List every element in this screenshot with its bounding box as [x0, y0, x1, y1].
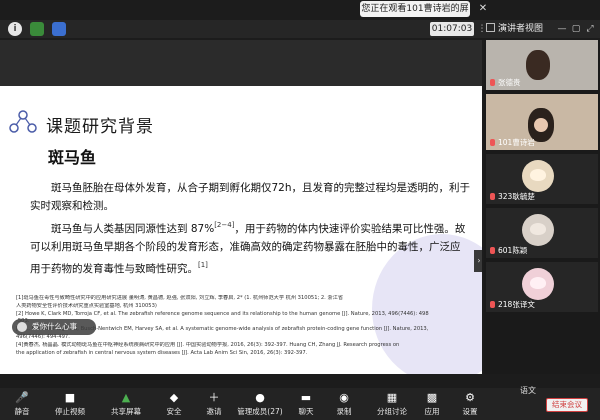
- status-pill: 爱你什么心事: [12, 319, 96, 335]
- top-banner: 您正在观看101曹诗岩的屏幕 ✕: [0, 0, 600, 30]
- slide-section-heading: 斑马鱼: [48, 148, 97, 167]
- mic-muted-icon: [490, 193, 495, 200]
- collapse-panel-button[interactable]: ›: [474, 250, 482, 272]
- reference-line: 人类药物安全性评价技术研究重点实验室基地, 杭州 310053): [16, 302, 157, 309]
- meeting-timer: 01:07:03: [430, 22, 474, 36]
- share-screen-button[interactable]: ▲ 共享屏幕: [108, 390, 144, 418]
- video-feed: [526, 50, 550, 80]
- participant-tile[interactable]: 323耿毓楚: [486, 154, 598, 204]
- minimize-icon[interactable]: —: [556, 22, 568, 36]
- chat-button[interactable]: ▬ 聊天: [288, 390, 324, 418]
- stop-video-button[interactable]: ■ 停止视频: [52, 390, 88, 418]
- add-user-icon: ＋: [208, 391, 220, 404]
- avatar: [522, 214, 554, 246]
- view-mode-label: 演讲者视图: [498, 24, 544, 34]
- slide-paragraph-2: 斑马鱼与人类基因同源性达到 87%[2−4]，用于药物的体内快速评价实验结果可比…: [30, 221, 466, 275]
- apps-icon: ▩: [426, 391, 438, 404]
- shared-screen: 课题研究背景 斑马鱼 斑马鱼胚胎在母体外发育，从合子期到孵化期仅72h，且发育的…: [0, 40, 482, 374]
- reference-line: 496(7446): 494-497.: [16, 333, 70, 340]
- wechat-watermark: 语文: [520, 386, 536, 395]
- participant-name: 601陈颖: [498, 246, 528, 255]
- view-mode-button[interactable]: 演讲者视图 ⌄: [486, 22, 552, 48]
- meeting-window: 您正在观看101曹诗岩的屏幕 ✕ i 01:07:03 ⋮ 演讲者视图 ⌄ — …: [0, 0, 600, 420]
- avatar: [522, 160, 554, 192]
- screen-share-notice: 您正在观看101曹诗岩的屏幕: [360, 1, 470, 30]
- meeting-toolbar: i 01:07:03 ⋮ 演讲者视图 ⌄ — ▢ ⤢: [0, 20, 600, 48]
- bottom-toolbar: 🎤 静音 ■ 停止视频 ▲ 共享屏幕 ◆ 安全 ＋邀请 ● 管理成员(27) ▬ 聊天 ◉ 录…: [0, 388, 600, 420]
- slide-paragraph-1: 斑马鱼胚胎在母体外发育，从合子期到孵化期仅72h，且发育的完整过程均是透明的，利…: [30, 182, 471, 212]
- grid-icon: [486, 23, 495, 32]
- microphone-icon: 🎤: [15, 391, 29, 404]
- camera-icon: ■: [64, 391, 76, 404]
- user-icon: [17, 322, 27, 332]
- share-screen-icon: ▲: [121, 391, 131, 404]
- participant-panel: 张德贵 101曹诗岩 323耿毓楚 601陈颖 218张译文: [484, 40, 600, 374]
- breakout-rooms-button[interactable]: ▦ 分组讨论: [370, 390, 414, 418]
- reference-line: the application of zebrafish in central …: [16, 349, 308, 356]
- signal-icon[interactable]: [52, 22, 66, 36]
- apps-button[interactable]: ▩ 应用: [414, 390, 450, 418]
- fullscreen-icon[interactable]: ⤢: [584, 22, 596, 36]
- invite-button[interactable]: ＋邀请: [196, 390, 232, 418]
- settings-button[interactable]: ⚙ 设置: [452, 390, 488, 418]
- participants-icon: ●: [255, 391, 265, 404]
- chat-icon: ▬: [300, 391, 312, 404]
- participant-name: 323耿毓楚: [498, 192, 535, 201]
- reference-line: [2] Howe K, Clark MD, Torroja CF, et al.…: [16, 310, 429, 317]
- participant-name: 张德贵: [498, 78, 521, 87]
- mic-muted-icon: [490, 247, 495, 254]
- record-button[interactable]: ◉ 录制: [326, 390, 362, 418]
- gear-icon: ⚙: [465, 391, 475, 404]
- reference-line: [1]斑马鱼在毒性与致畸性研究中的应用研究进展 董明涛, 黄昌德, 赵强, 张双…: [16, 295, 344, 301]
- mic-muted-icon: [490, 79, 495, 86]
- shield-icon: ◆: [169, 391, 179, 404]
- slide-top-bar: [0, 40, 482, 86]
- breakout-icon: ▦: [386, 391, 398, 404]
- security-button[interactable]: ◆ 安全: [156, 390, 192, 418]
- record-icon: ◉: [339, 391, 349, 404]
- mic-muted-icon: [490, 301, 495, 308]
- molecule-logo-icon: [9, 110, 37, 133]
- participant-tile[interactable]: 218张译文: [486, 262, 598, 312]
- citation: [1]: [198, 261, 208, 269]
- manage-participants-button[interactable]: ● 管理成员(27): [236, 390, 284, 418]
- citation: [2−4]: [214, 221, 235, 229]
- avatar: [522, 268, 554, 300]
- reference-line: [4]黄春杰, 杨晶晶. 模式动物斑马鱼在中枢神经系统疾病研究中的应用 [J].…: [16, 341, 400, 348]
- end-meeting-button[interactable]: 结束会议: [546, 398, 588, 412]
- maximize-icon[interactable]: ▢: [570, 22, 582, 36]
- mute-button[interactable]: 🎤 静音: [4, 390, 40, 418]
- info-icon[interactable]: i: [8, 22, 22, 36]
- participant-tile[interactable]: 601陈颖: [486, 208, 598, 258]
- participant-tile[interactable]: 张德贵: [486, 40, 598, 90]
- mic-muted-icon: [490, 139, 495, 146]
- participant-tile[interactable]: 101曹诗岩: [486, 94, 598, 150]
- shield-icon[interactable]: [30, 22, 44, 36]
- close-icon[interactable]: ✕: [476, 2, 490, 16]
- participant-name: 218张译文: [498, 300, 535, 309]
- participant-name: 101曹诗岩: [498, 138, 535, 147]
- slide-title: 课题研究背景: [46, 117, 154, 137]
